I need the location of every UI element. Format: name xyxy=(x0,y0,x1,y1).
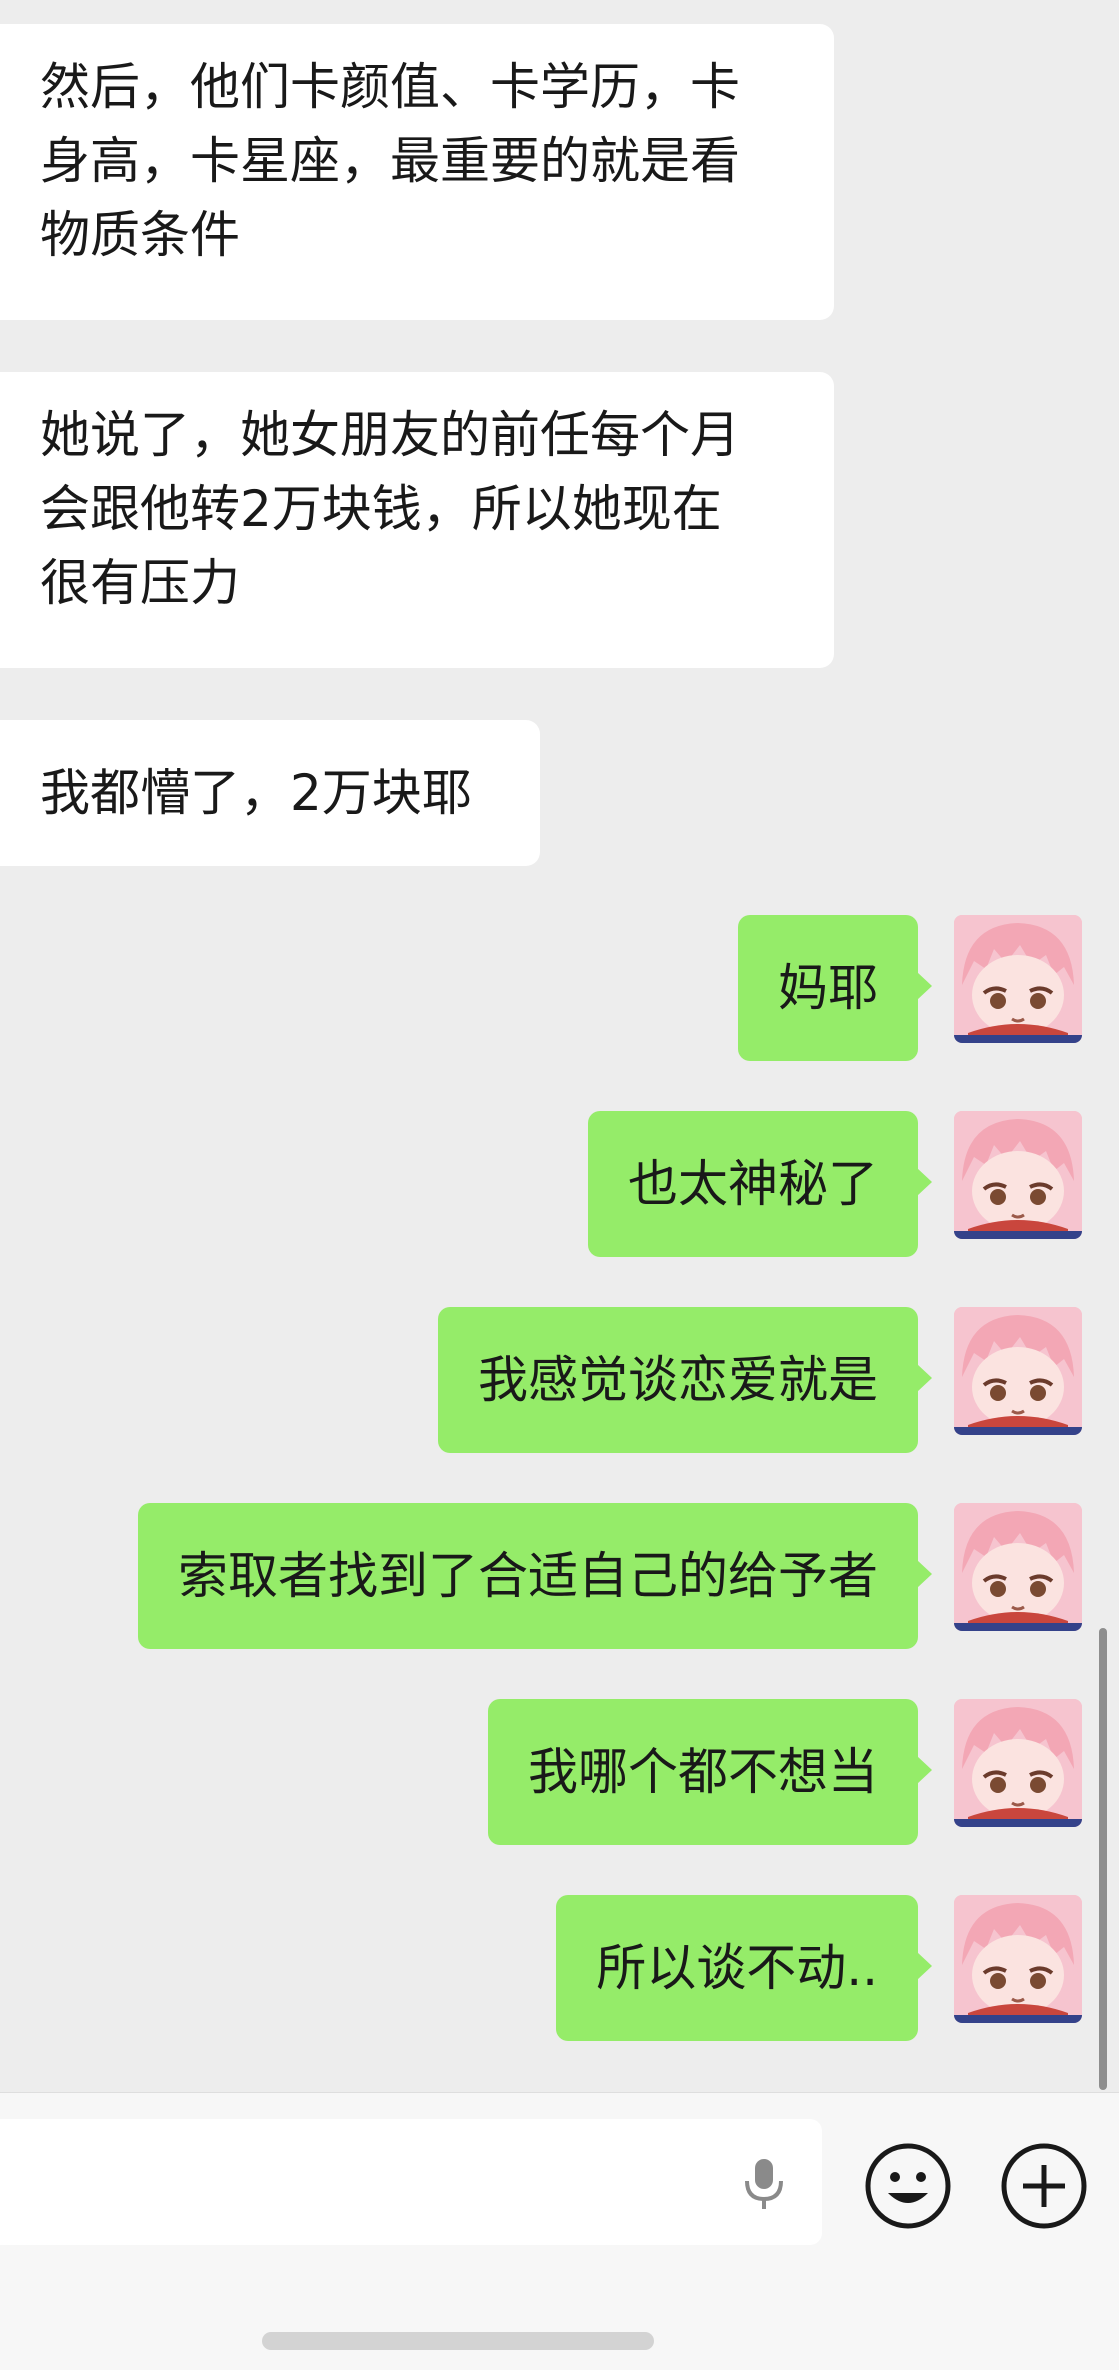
message-line: 身高，卡星座，最重要的就是看 xyxy=(40,132,740,190)
avatar-image xyxy=(954,1503,1082,1631)
input-bar xyxy=(0,2092,1119,2370)
plus-icon[interactable] xyxy=(999,2141,1089,2231)
incoming-message[interactable]: 然后，他们卡颜值、卡学历，卡 身高，卡星座，最重要的就是看 物质条件 xyxy=(0,24,834,320)
outgoing-message-row: 也太神秘了 xyxy=(0,1111,1119,1261)
home-indicator[interactable] xyxy=(262,2332,654,2350)
avatar[interactable] xyxy=(954,1895,1082,2023)
avatar[interactable] xyxy=(954,1307,1082,1435)
message-line: 会跟他转2万块钱，所以她现在 xyxy=(40,480,722,538)
avatar[interactable] xyxy=(954,1503,1082,1631)
avatar-image xyxy=(954,1111,1082,1239)
outgoing-message[interactable]: 我感觉谈恋爱就是 xyxy=(438,1307,932,1453)
message-input[interactable] xyxy=(0,2119,822,2245)
avatar[interactable] xyxy=(954,915,1082,1043)
microphone-icon[interactable] xyxy=(736,2155,792,2211)
avatar[interactable] xyxy=(954,1699,1082,1827)
message-line: 她说了，她女朋友的前任每个月 xyxy=(40,406,740,464)
outgoing-message[interactable]: 妈耶 xyxy=(738,915,932,1061)
outgoing-message[interactable]: 也太神秘了 xyxy=(588,1111,932,1257)
chat-area[interactable]: 然后，他们卡颜值、卡学历，卡 身高，卡星座，最重要的就是看 物质条件 她说了，她… xyxy=(0,0,1119,2090)
outgoing-message[interactable]: 我哪个都不想当 xyxy=(488,1699,932,1845)
message-line: 然后，他们卡颜值、卡学历，卡 xyxy=(40,58,740,116)
outgoing-message-row: 索取者找到了合适自己的给予者 xyxy=(0,1503,1119,1653)
outgoing-message[interactable]: 所以谈不动.. xyxy=(556,1895,932,2041)
message-line: 物质条件 xyxy=(40,206,240,264)
outgoing-message-row: 我哪个都不想当 xyxy=(0,1699,1119,1849)
avatar-image xyxy=(954,1699,1082,1827)
avatar-image xyxy=(954,1895,1082,2023)
incoming-message[interactable]: 我都懵了，2万块耶 xyxy=(0,720,540,866)
emoji-icon[interactable] xyxy=(863,2141,953,2231)
outgoing-message-row: 妈耶 xyxy=(0,915,1119,1065)
avatar-image xyxy=(954,915,1082,1043)
avatar-image xyxy=(954,1307,1082,1435)
outgoing-message-row: 我感觉谈恋爱就是 xyxy=(0,1307,1119,1457)
outgoing-message-row: 所以谈不动.. xyxy=(0,1895,1119,2045)
message-line: 很有压力 xyxy=(40,554,240,612)
message-line: 我都懵了，2万块耶 xyxy=(40,764,472,822)
avatar[interactable] xyxy=(954,1111,1082,1239)
scrollbar[interactable] xyxy=(1099,1628,1107,2090)
incoming-message[interactable]: 她说了，她女朋友的前任每个月 会跟他转2万块钱，所以她现在 很有压力 xyxy=(0,372,834,668)
outgoing-message[interactable]: 索取者找到了合适自己的给予者 xyxy=(138,1503,932,1649)
